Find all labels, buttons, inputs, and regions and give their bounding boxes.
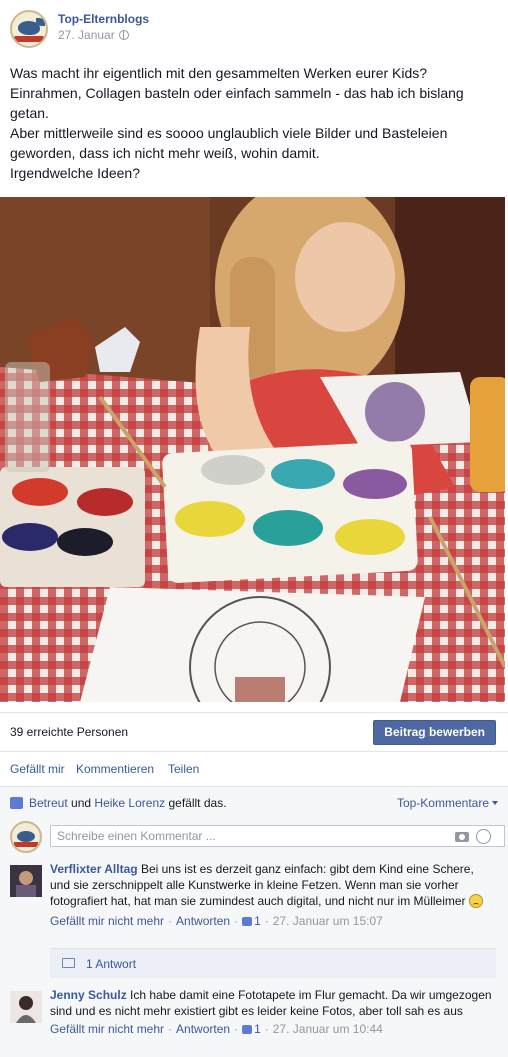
comment-likes-value[interactable]: 1: [254, 914, 261, 928]
comment-time[interactable]: 27. Januar um 10:44: [273, 1022, 383, 1036]
comment-body: Jenny Schulz Ich habe damit eine Fototap…: [50, 987, 495, 1037]
comment-item: Jenny Schulz Ich habe damit eine Fototap…: [10, 987, 500, 1053]
comment-author-link[interactable]: Verflixter Alltag: [50, 862, 138, 876]
thumbs-up-icon: [10, 797, 23, 809]
post-date[interactable]: 27. Januar: [58, 28, 129, 42]
post-date-text[interactable]: 27. Januar: [58, 28, 115, 42]
post-text-line: Was macht ihr eigentlich mit den gesamme…: [10, 65, 428, 81]
likes-and: und: [71, 796, 92, 810]
chevron-down-icon: [492, 801, 498, 805]
reply-link[interactable]: Antworten: [176, 914, 230, 928]
unlike-comment-link[interactable]: Gefällt mir nicht mehr: [50, 914, 164, 928]
reach-count: 39 erreichte Personen: [10, 725, 129, 739]
liker-link[interactable]: Betreut: [29, 796, 68, 810]
post-text-line: Irgendwelche Ideen?: [10, 165, 140, 181]
post-text-line: Einrahmen, Collagen basteln oder einfach…: [10, 85, 464, 101]
comment-author-link[interactable]: Jenny Schulz: [50, 988, 127, 1002]
view-replies[interactable]: 1 Antwort: [50, 948, 496, 978]
comment-avatar[interactable]: [10, 865, 42, 897]
likes-row: Betreut und Heike Lorenz gefällt das. To…: [10, 796, 498, 812]
frown-emoji-icon: [468, 894, 483, 908]
like-action[interactable]: Gefällt mir: [10, 762, 65, 776]
post-text-line: Aber mittlerweile sind es soooo unglaubl…: [10, 125, 448, 141]
page-name-link[interactable]: Top-Elternblogs: [58, 12, 149, 26]
comment-avatar[interactable]: [10, 991, 42, 1023]
composer-avatar: [10, 821, 42, 853]
likes-suffix: gefällt das.: [168, 796, 227, 810]
post-photo[interactable]: [0, 197, 505, 702]
post-text: Was macht ihr eigentlich mit den gesamme…: [10, 63, 490, 183]
liker-link[interactable]: Heike Lorenz: [94, 796, 165, 810]
page-avatar[interactable]: [10, 10, 48, 48]
comment-time[interactable]: 27. Januar um 15:07: [273, 914, 383, 928]
comment-sort-dropdown[interactable]: Top-Kommentare: [397, 796, 498, 810]
comment-sort-label[interactable]: Top-Kommentare: [397, 796, 489, 810]
boost-post-button[interactable]: Beitrag bewerben: [373, 720, 496, 745]
share-action[interactable]: Teilen: [168, 762, 199, 776]
comment-action[interactable]: Kommentieren: [76, 762, 154, 776]
comment-input[interactable]: [50, 825, 505, 847]
comment-meta: Gefällt mir nicht mehr · Antworten · 1 · 27. J…: [50, 914, 383, 928]
comment-item: Verflixter Alltag Bei uns ist es derzeit…: [10, 861, 500, 945]
comment-like-count[interactable]: 1: [242, 1022, 261, 1036]
camera-icon[interactable]: [455, 832, 469, 842]
unlike-comment-link[interactable]: Gefällt mir nicht mehr: [50, 1022, 164, 1036]
comment-composer: [10, 821, 505, 853]
comment-meta: Gefällt mir nicht mehr · Antworten · 1 · 27. J…: [50, 1022, 383, 1036]
thumbs-up-icon: [242, 1025, 253, 1034]
reply-arrow-icon: [62, 958, 75, 968]
post-text-line: geworden, dass ich nicht mehr weiß, wohi…: [10, 145, 320, 161]
comment-body: Verflixter Alltag Bei uns ist es derzeit…: [50, 861, 495, 929]
post-header: Top-Elternblogs 27. Januar: [10, 8, 490, 48]
post-stats: 39 erreichte Personen Beitrag bewerben: [0, 712, 508, 750]
comments-area: Betreut und Heike Lorenz gefällt das. To…: [0, 786, 508, 1057]
post-text-line: getan.: [10, 105, 49, 121]
reply-link[interactable]: Antworten: [176, 1022, 230, 1036]
thumbs-up-icon: [242, 917, 253, 926]
globe-icon: [118, 30, 129, 40]
post-actions: Gefällt mir Kommentieren Teilen: [0, 751, 508, 785]
comment-like-count[interactable]: 1: [242, 914, 261, 928]
comment-likes-value[interactable]: 1: [254, 1022, 261, 1036]
replies-count-link[interactable]: 1 Antwort: [86, 957, 136, 971]
emoji-icon[interactable]: [476, 829, 491, 844]
